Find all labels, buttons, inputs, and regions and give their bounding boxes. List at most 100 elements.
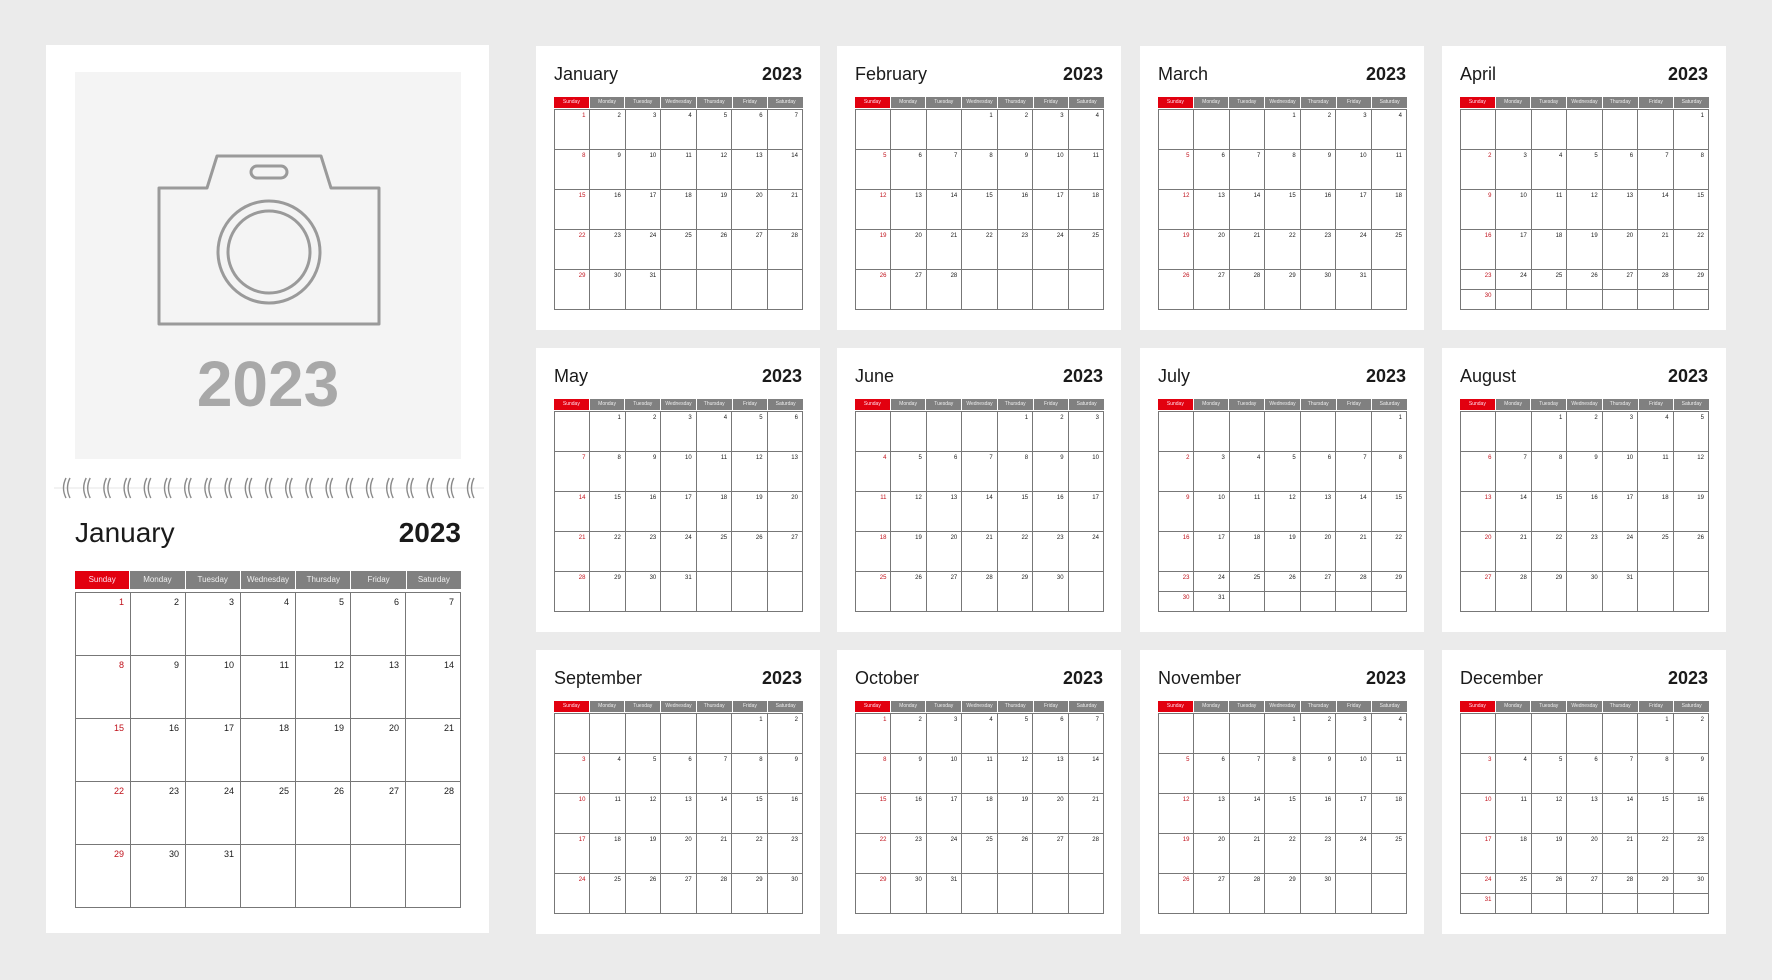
day-cell — [926, 110, 963, 150]
day-cell: 2 — [767, 714, 803, 754]
day-cell — [1496, 290, 1532, 310]
month-title: December — [1460, 668, 1544, 688]
day-cell: 24 — [1461, 874, 1497, 894]
day-cell: 25 — [856, 572, 892, 612]
day-cell: 27 — [926, 572, 963, 612]
day-cell: 2 — [131, 593, 186, 656]
day-cell: 6 — [661, 754, 697, 794]
day-cell: 3 — [186, 593, 241, 656]
day-cell: 13 — [926, 492, 963, 532]
day-cell — [767, 572, 803, 612]
day-cell: 16 — [1567, 492, 1603, 532]
day-cell: 24 — [1194, 572, 1230, 592]
weekday-header: Saturday — [406, 571, 461, 589]
day-cell — [1068, 572, 1104, 612]
day-cell: 30 — [1300, 874, 1337, 914]
day-cell: 5 — [1673, 412, 1709, 452]
day-cell — [1229, 412, 1266, 452]
day-cell: 26 — [732, 532, 768, 572]
day-cell: 19 — [856, 230, 892, 270]
day-cell — [856, 412, 892, 452]
day-cell: 6 — [732, 110, 768, 150]
day-cell — [1496, 714, 1532, 754]
month-year: 2023 — [761, 64, 802, 84]
day-cell: 17 — [1602, 492, 1639, 532]
day-cell: 15 — [962, 190, 998, 230]
day-cell: 27 — [732, 230, 768, 270]
day-cell — [891, 110, 927, 150]
day-cell: 7 — [1496, 452, 1532, 492]
day-cell — [1194, 714, 1230, 754]
day-cell — [1159, 714, 1195, 754]
day-cell: 24 — [661, 532, 697, 572]
day-cell — [1033, 874, 1069, 914]
day-cell — [997, 874, 1034, 914]
day-cell: 3 — [555, 754, 591, 794]
day-cell — [962, 270, 998, 310]
day-cell: 7 — [962, 452, 998, 492]
day-cell: 28 — [1068, 834, 1104, 874]
day-cell: 14 — [406, 656, 461, 719]
day-cell: 27 — [661, 874, 697, 914]
day-cell: 25 — [590, 874, 626, 914]
day-cell: 18 — [696, 492, 733, 532]
day-cell: 23 — [1461, 270, 1497, 290]
day-cell: 25 — [1638, 532, 1674, 572]
day-cell: 31 — [926, 874, 963, 914]
day-cell: 14 — [696, 794, 733, 834]
day-cell: 19 — [296, 719, 351, 782]
day-cell — [625, 714, 662, 754]
day-cell: 4 — [1068, 110, 1104, 150]
day-cell: 31 — [625, 270, 662, 310]
day-cell: 12 — [1673, 452, 1709, 492]
day-cell: 11 — [696, 452, 733, 492]
day-cell: 27 — [891, 270, 927, 310]
month-card-november: November 2023 Sunday Monday Tuesday Wednesday… — [1140, 650, 1424, 934]
day-cell: 17 — [625, 190, 662, 230]
day-grid: 1 2 3 4 5 6 7 8 9 10 11 12 13 14 15 16 17 18 19 20 21 22 23 24 2… — [1460, 411, 1709, 612]
day-cell: 20 — [661, 834, 697, 874]
day-cell: 10 — [1461, 794, 1497, 834]
month-year: 2023 — [1365, 64, 1406, 84]
day-cell: 4 — [661, 110, 697, 150]
day-grid: 1 2 3 4 5 6 7 8 9 10 11 12 13 14 15 16 17 18 19 20 21 22 23 24 2… — [75, 592, 461, 908]
day-cell: 8 — [962, 150, 998, 190]
day-cell: 19 — [1531, 834, 1568, 874]
day-cell: 10 — [1033, 150, 1069, 190]
day-cell: 5 — [296, 593, 351, 656]
day-cell: 1 — [590, 412, 626, 452]
day-grid: 1 2 3 4 5 6 7 8 9 10 11 12 13 14 15 16 17 18 19 20 21 22 23 24 2… — [1158, 713, 1407, 914]
day-cell: 1 — [997, 412, 1034, 452]
day-cell: 6 — [1602, 150, 1639, 190]
day-cell: 9 — [1461, 190, 1497, 230]
day-cell — [1531, 714, 1568, 754]
day-cell: 2 — [1300, 110, 1337, 150]
day-cell: 6 — [926, 452, 963, 492]
weekday-header: Wednesday — [962, 97, 997, 108]
day-cell: 5 — [625, 754, 662, 794]
day-cell: 13 — [732, 150, 768, 190]
day-cell: 20 — [926, 532, 963, 572]
day-cell: 12 — [1159, 190, 1195, 230]
day-cell: 11 — [1531, 190, 1568, 230]
day-cell: 12 — [1159, 794, 1195, 834]
day-cell — [1265, 412, 1301, 452]
month-calendar-grid: Sunday Monday Tuesday Wednesday Thursday Frid… — [855, 97, 1104, 310]
day-cell: 12 — [696, 150, 733, 190]
day-cell: 14 — [1229, 190, 1266, 230]
weekday-header: Tuesday — [625, 701, 661, 712]
day-cell — [1068, 270, 1104, 310]
day-cell: 23 — [891, 834, 927, 874]
weekday-header: Tuesday — [1531, 399, 1567, 410]
weekday-header: Sunday — [1460, 701, 1495, 712]
day-cell: 15 — [1673, 190, 1709, 230]
day-cell: 19 — [732, 492, 768, 532]
day-cell: 28 — [962, 572, 998, 612]
day-cell: 19 — [891, 532, 927, 572]
day-cell: 12 — [1531, 794, 1568, 834]
month-title: June — [855, 366, 895, 386]
day-cell: 29 — [1265, 874, 1301, 914]
day-cell: 10 — [661, 452, 697, 492]
day-cell: 31 — [1602, 572, 1639, 612]
month-calendar-grid: Sunday Monday Tuesday Wednesday Thursday Frid… — [1460, 97, 1709, 310]
